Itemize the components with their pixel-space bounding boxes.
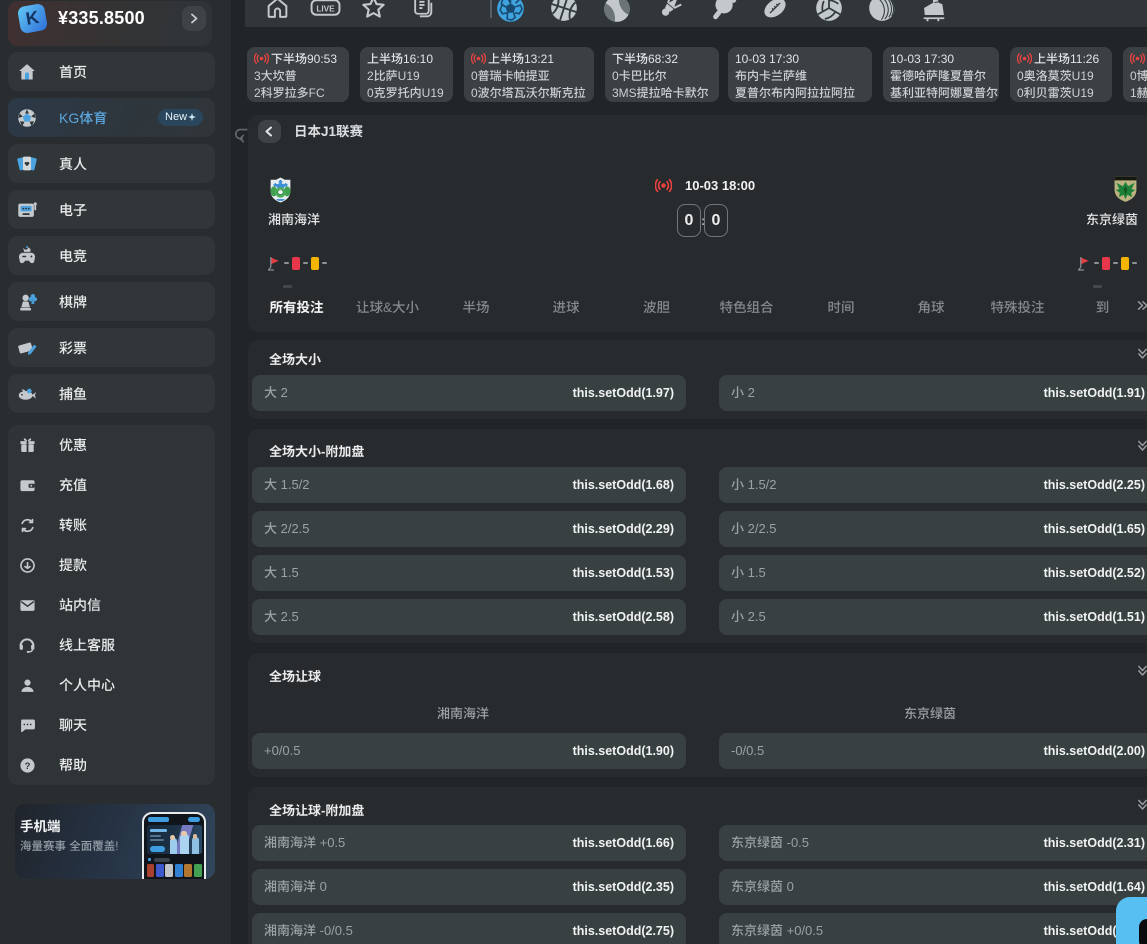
svg-text:LIVE: LIVE: [316, 4, 335, 13]
svg-text:?: ?: [24, 760, 30, 771]
